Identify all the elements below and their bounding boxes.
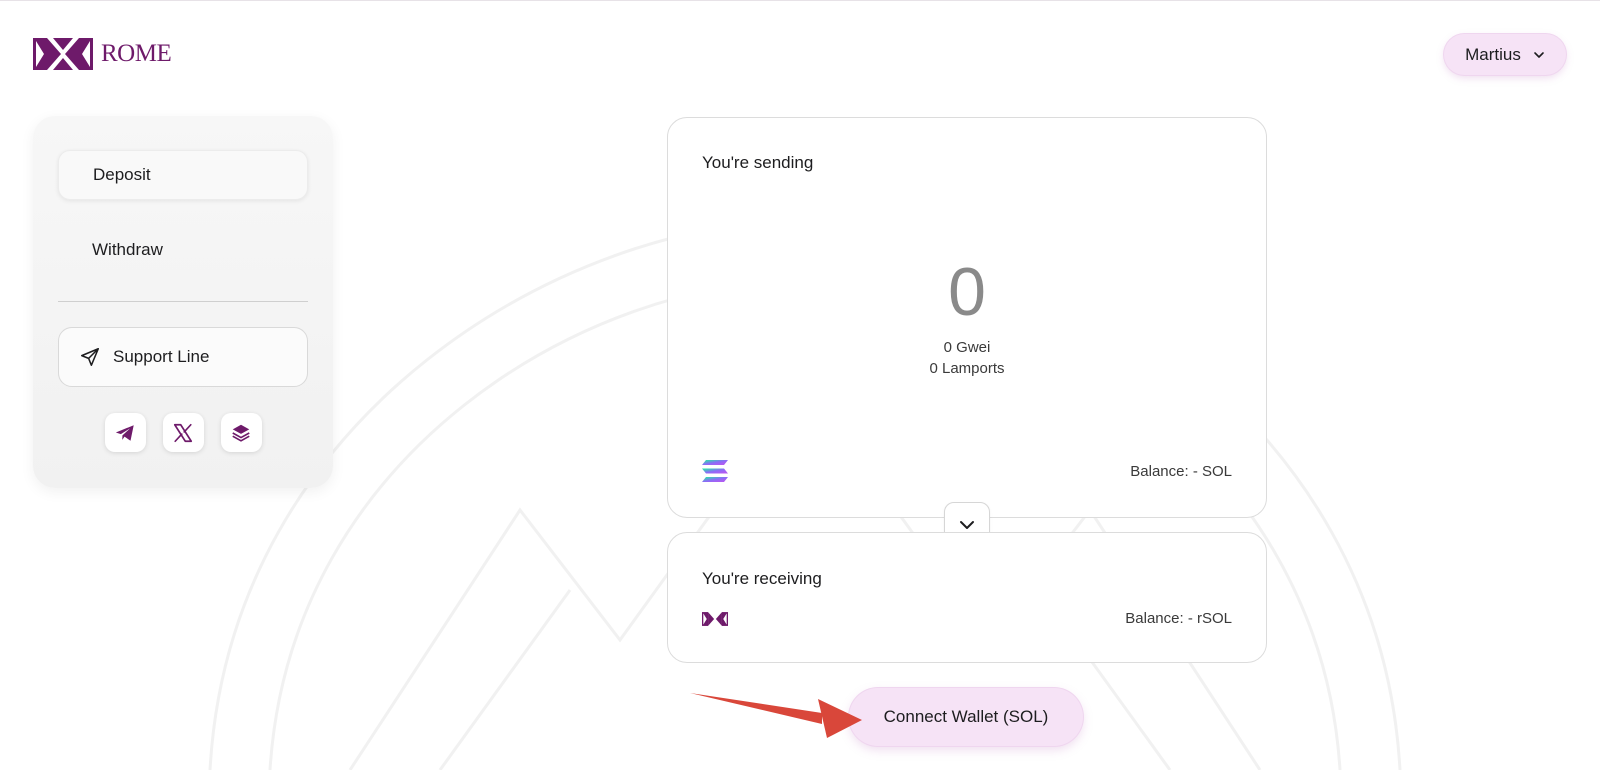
receiving-card: You're receiving Balance: - rSOL [667,532,1267,663]
connect-wallet-button[interactable]: Connect Wallet (SOL) [849,688,1083,746]
rome-icon [702,612,728,626]
send-amount-input[interactable]: 0 [668,258,1266,326]
send-icon [80,347,100,367]
docs-link[interactable] [220,413,262,452]
solana-icon [702,460,728,482]
chevron-down-icon [1534,51,1544,58]
support-line-label: Support Line [113,347,210,366]
sending-label: You're sending [702,153,814,172]
receiving-label: You're receiving [702,569,822,588]
send-balance: Balance: - SOL [1130,463,1232,480]
connect-wallet-label: Connect Wallet (SOL) [883,707,1049,726]
rome-logo[interactable]: ROME [33,38,172,70]
sidebar-item-deposit[interactable]: Deposit [58,150,308,200]
sidebar: Deposit Withdraw Support Line [33,116,333,488]
x-icon [173,423,193,442]
support-line-button[interactable]: Support Line [58,327,308,387]
sidebar-item-label: Withdraw [92,240,163,259]
gwei-value: 0 Gwei [943,339,991,356]
telegram-link[interactable] [104,413,146,452]
social-links [33,413,333,452]
rome-logo-icon [33,38,93,70]
telegram-icon [115,424,134,441]
logo-text: ROME [101,40,172,67]
layers-icon [232,424,250,442]
top-border [0,0,1600,1]
x-link[interactable] [162,413,204,452]
sidebar-divider [58,301,308,302]
sending-card: You're sending 0 0 Gwei 0 Lamports Balan… [667,117,1267,518]
receive-balance: Balance: - rSOL [1125,610,1232,627]
sidebar-item-label: Deposit [93,165,151,184]
sidebar-item-withdraw[interactable]: Withdraw [58,225,308,275]
user-name: Martius [1465,44,1521,64]
lamports-value: 0 Lamports [929,360,1005,377]
user-menu-button[interactable]: Martius [1444,34,1566,75]
